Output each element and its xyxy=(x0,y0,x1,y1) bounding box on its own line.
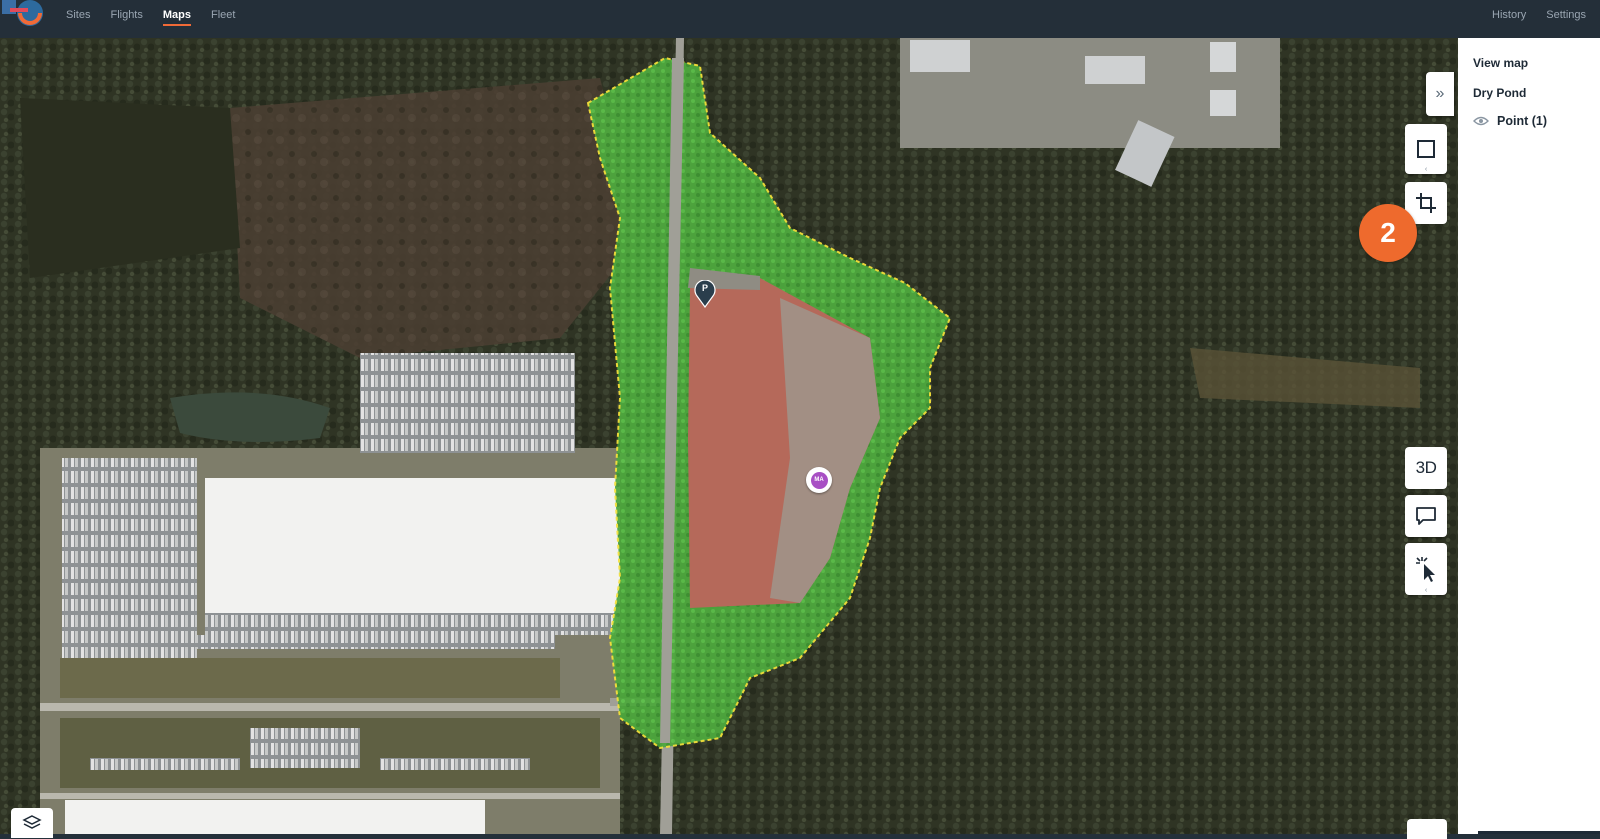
bottom-tool-button[interactable] xyxy=(1407,819,1447,839)
nav-history[interactable]: History xyxy=(1492,9,1526,21)
layers-icon xyxy=(22,815,42,829)
comment-icon xyxy=(1416,507,1436,525)
main-nav: Sites Flights Maps Fleet xyxy=(66,0,235,30)
chevron-down-icon: ‹ xyxy=(1424,166,1428,173)
step-badge: 2 xyxy=(1359,204,1417,262)
comment-marker[interactable]: MA xyxy=(806,467,832,493)
right-panel: View map Dry Pond Point (1) xyxy=(1458,38,1600,834)
cursor-click-icon xyxy=(1416,557,1435,582)
3d-view-button[interactable]: 3D xyxy=(1405,447,1447,489)
nav-sites[interactable]: Sites xyxy=(66,9,90,21)
expand-panel-icon: » xyxy=(1435,85,1445,102)
select-point-button[interactable]: ‹ xyxy=(1405,543,1447,595)
nav-maps[interactable]: Maps xyxy=(162,9,192,26)
chevron-down-icon: ‹ xyxy=(1424,587,1428,594)
square-select-icon xyxy=(1417,140,1435,158)
nav-fleet[interactable]: Fleet xyxy=(211,9,235,21)
panel-title: View map xyxy=(1473,56,1529,70)
top-right-nav: History Settings xyxy=(1492,0,1586,30)
map-canvas[interactable]: P MA xyxy=(0,38,1458,834)
square-select-button[interactable]: ‹ xyxy=(1405,124,1447,174)
nav-flights[interactable]: Flights xyxy=(110,9,142,21)
map-pin-label: P xyxy=(701,283,708,293)
eye-icon[interactable] xyxy=(1473,116,1489,126)
comment-button[interactable] xyxy=(1405,495,1447,537)
3d-label: 3D xyxy=(1415,458,1437,477)
marker-avatar: MA xyxy=(810,471,828,489)
top-bar: Sites Flights Maps Fleet History Setting… xyxy=(0,0,1600,39)
crop-icon xyxy=(1416,193,1436,213)
expand-panel-button[interactable]: » xyxy=(1426,72,1454,116)
layer-name: Dry Pond xyxy=(1473,86,1527,100)
nav-settings[interactable]: Settings xyxy=(1546,9,1586,21)
layer-point-label: Point (1) xyxy=(1497,114,1547,128)
map-pin-icon[interactable]: P xyxy=(694,279,716,309)
app-logo-icon[interactable] xyxy=(2,0,46,30)
layer-point-row[interactable]: Point (1) xyxy=(1473,114,1547,128)
